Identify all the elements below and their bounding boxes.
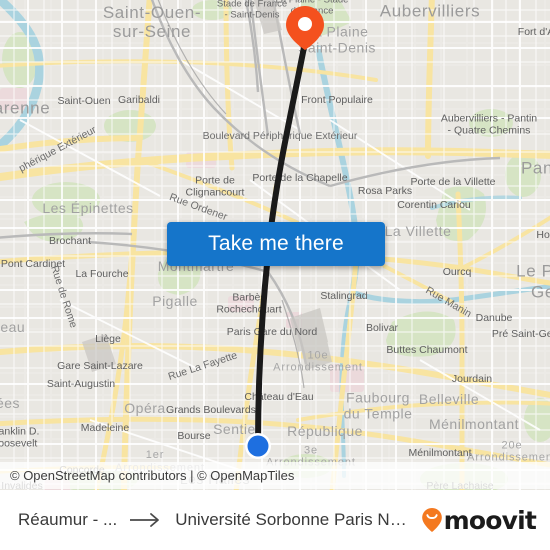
destination-label: Université Sorbonne Paris Nord, Ant... — [175, 510, 412, 529]
moovit-wordmark: moovit — [443, 505, 537, 535]
map-canvas[interactable]: Saint-Ouen-sur-Seine Stade de France - Sai… — [0, 0, 550, 490]
origin-station-label: Réaumur - ... — [18, 510, 118, 529]
moovit-trip-screen: Saint-Ouen-sur-Seine Stade de France - Sai… — [0, 0, 550, 550]
moovit-pin-smile-icon — [421, 507, 443, 533]
map-attribution-bar: © OpenStreetMap contributors | © OpenMap… — [0, 462, 550, 489]
trip-footer-bar: Réaumur - ... Université Sorbonne Paris … — [0, 490, 550, 550]
moovit-logo[interactable]: moovit — [421, 505, 537, 535]
attribution-text[interactable]: © OpenStreetMap contributors | © OpenMap… — [10, 468, 294, 483]
arrow-right-icon — [129, 512, 163, 528]
take-me-there-button[interactable]: Take me there — [167, 222, 385, 266]
